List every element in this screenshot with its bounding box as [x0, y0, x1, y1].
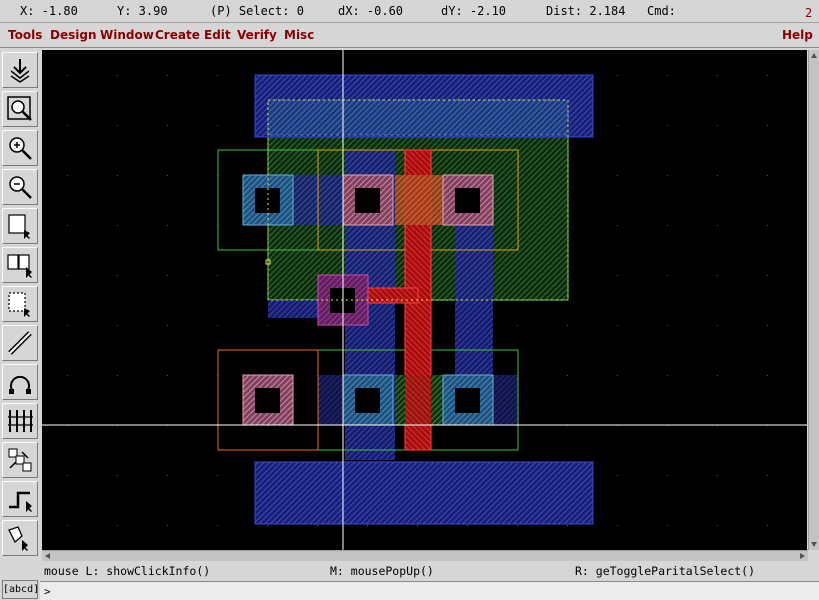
status-bar: X: -1.80 Y: 3.90 (P) Select: 0 dX: -0.60… [0, 0, 819, 23]
contact-bottom-right [442, 374, 494, 426]
command-line[interactable]: > [40, 581, 819, 600]
mouse-middle-binding: M: mousePopUp() [330, 564, 434, 578]
scroll-down-icon[interactable] [811, 542, 817, 547]
scroll-right-icon[interactable] [800, 553, 805, 559]
select-count-readout: (P) Select: 0 [210, 4, 304, 18]
menu-window[interactable]: Window [100, 28, 154, 42]
select-area-tool-button[interactable] [2, 208, 38, 244]
contact-bottom-mid [342, 374, 394, 426]
undo-arc-tool-button[interactable] [2, 364, 38, 400]
menu-create[interactable]: Create [155, 28, 200, 42]
select-multiple-icon [7, 254, 32, 278]
select-partial-icon [8, 292, 30, 317]
select-partial-tool-button[interactable] [2, 286, 38, 322]
distance-readout: Dist: 2.184 [546, 4, 626, 18]
select-area-icon [8, 214, 30, 239]
metal1-gnd-rail [254, 461, 594, 525]
polygon-icon [8, 526, 28, 551]
window-number: 2 [805, 6, 813, 20]
path-icon [9, 491, 32, 512]
menu-edit[interactable]: Edit [204, 28, 231, 42]
command-prompt: > [44, 585, 51, 598]
menu-bar: Tools Design Window Create Edit Verify M… [0, 23, 819, 48]
horizontal-scrollbar[interactable] [42, 550, 808, 561]
scroll-up-icon[interactable] [811, 53, 817, 58]
command-readout: Cmd: [647, 4, 676, 18]
path-tool-button[interactable] [2, 481, 38, 517]
menu-verify[interactable]: Verify [237, 28, 277, 42]
contact-top-mid [342, 174, 394, 226]
delta-y-readout: dY: -2.10 [441, 4, 507, 18]
delta-x-readout: dX: -0.60 [338, 4, 404, 18]
menu-help[interactable]: Help [782, 28, 813, 42]
menu-tools[interactable]: Tools [8, 28, 42, 42]
zoom-in-tool-button[interactable] [2, 130, 38, 166]
menu-misc[interactable]: Misc [284, 28, 314, 42]
mouse-binding-bar: mouse L: showClickInfo() M: mousePopUp()… [40, 562, 819, 580]
scroll-left-icon[interactable] [45, 553, 50, 559]
mouse-left-binding: mouse L: showClickInfo() [44, 564, 211, 578]
contact-top-right [442, 174, 494, 226]
cursor-y-readout: Y: 3.90 [117, 4, 168, 18]
undo-arc-icon [9, 375, 31, 394]
zoom-in-icon [9, 137, 32, 160]
ruler-icon [8, 331, 32, 355]
zoom-fit-icon [7, 96, 32, 121]
mouse-right-binding: R: geToggleParitalSelect() [575, 564, 756, 578]
text-entry-toggle-button[interactable]: [abcd] [2, 580, 39, 599]
menu-design[interactable]: Design [50, 28, 97, 42]
tool-palette [0, 50, 40, 580]
select-all-icon [10, 59, 30, 83]
select-all-tool-button[interactable] [2, 52, 38, 88]
grid-ruler-icon [8, 410, 33, 432]
polygon-tool-button[interactable] [2, 520, 38, 556]
zoom-out-tool-button[interactable] [2, 169, 38, 205]
vertical-scrollbar[interactable] [808, 50, 819, 550]
cursor-x-readout: X: -1.80 [20, 4, 78, 18]
stretch-tool-button[interactable] [2, 442, 38, 478]
select-multiple-tool-button[interactable] [2, 247, 38, 283]
grid-ruler-tool-button[interactable] [2, 403, 38, 439]
layout-drawing [42, 50, 807, 550]
zoom-fit-tool-button[interactable] [2, 91, 38, 127]
ruler-tool-button[interactable] [2, 325, 38, 361]
zoom-out-icon [9, 176, 32, 199]
layout-canvas[interactable] [42, 50, 807, 550]
contact-bottom-left [242, 374, 294, 426]
stretch-icon [8, 448, 32, 472]
